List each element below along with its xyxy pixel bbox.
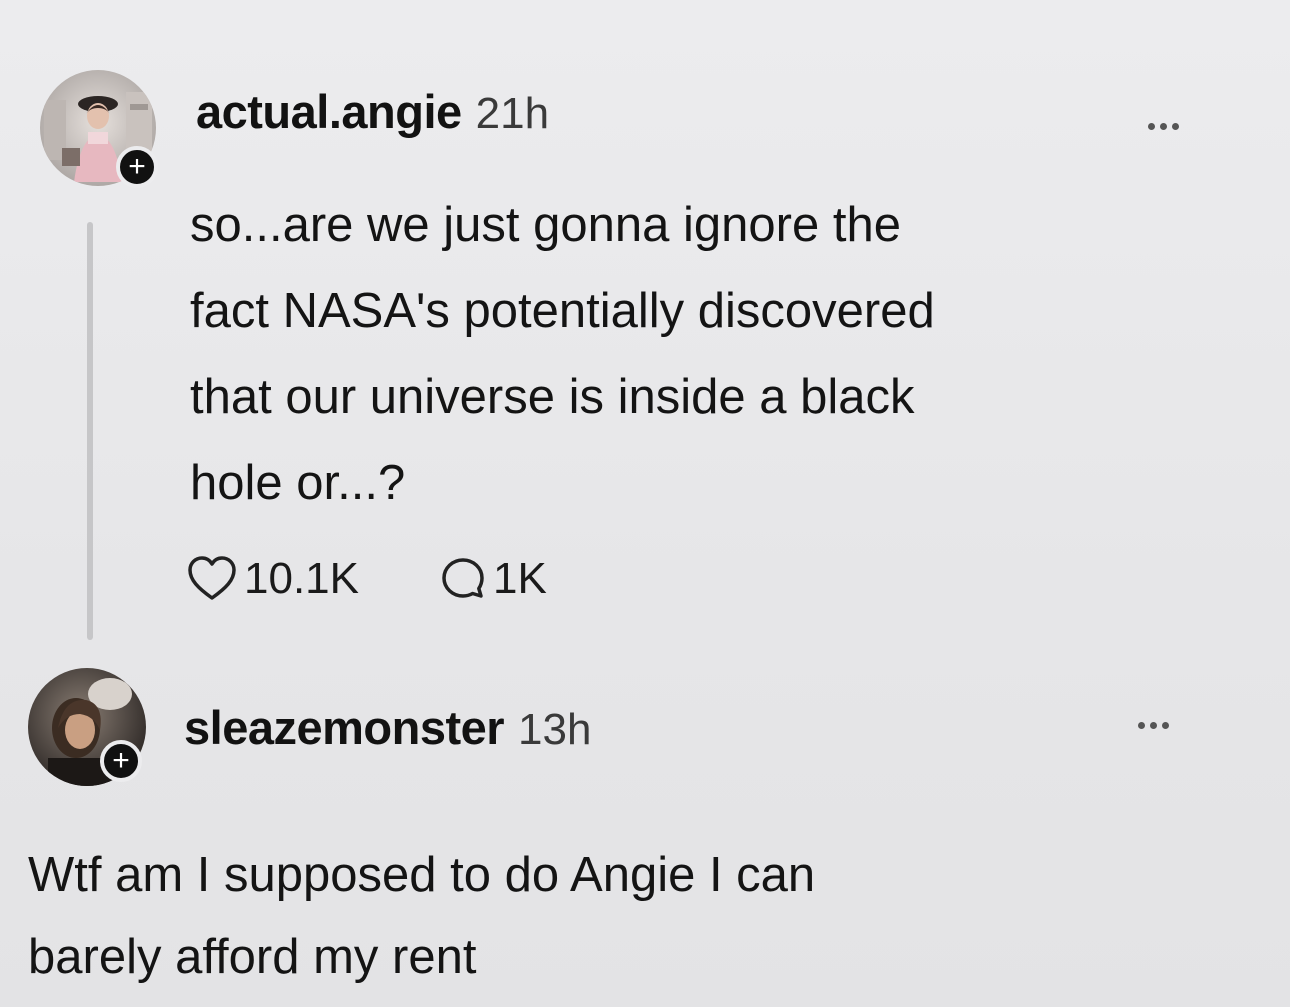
avatar-sleazemonster[interactable]: +: [28, 668, 146, 786]
comment-icon: [442, 558, 484, 598]
post-header: sleazemonster 13h: [184, 700, 591, 755]
post-text: Wtf am I supposed to do Angie I can bare…: [28, 848, 816, 984]
post-header: actual.angie 21h: [196, 84, 549, 139]
like-button[interactable]: 10.1K: [186, 554, 359, 604]
more-options-icon[interactable]: [1148, 123, 1179, 130]
username[interactable]: sleazemonster: [184, 700, 505, 755]
follow-plus-icon[interactable]: +: [100, 740, 142, 782]
avatar-actual-angie[interactable]: +: [40, 70, 158, 188]
timestamp: 21h: [475, 89, 550, 138]
thread-connector-line: [87, 222, 93, 640]
heart-icon: [188, 556, 236, 600]
like-count: 10.1K: [244, 554, 359, 603]
more-options-icon[interactable]: [1138, 722, 1169, 729]
post-text: so...are we just gonna ignore the fact N…: [190, 198, 935, 510]
username[interactable]: actual.angie: [196, 84, 462, 139]
timestamp: 13h: [518, 705, 592, 754]
follow-plus-icon[interactable]: +: [116, 146, 158, 188]
post-actions: 10.1K 1K: [186, 552, 547, 606]
reply-button[interactable]: 1K: [439, 554, 547, 604]
reply-count: 1K: [492, 554, 547, 603]
threads-screenshot: + actual.angie 21h so...are we just gonn…: [0, 0, 1290, 1007]
